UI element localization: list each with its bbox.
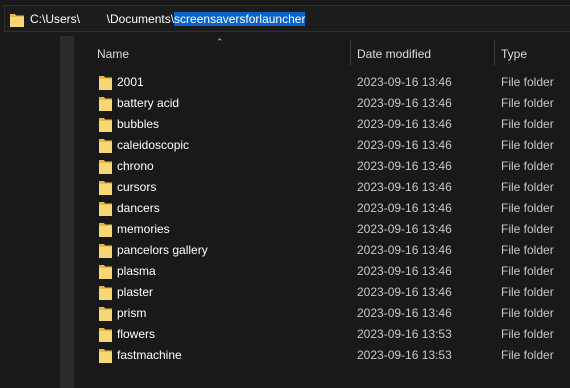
file-date-modified: 2023-09-16 13:46 bbox=[357, 264, 452, 278]
file-type: File folder bbox=[501, 96, 554, 110]
file-type: File folder bbox=[501, 138, 554, 152]
address-path[interactable]: C:\Users\ \Documents\screensaversforlaun… bbox=[30, 11, 306, 27]
address-path-prefix: C:\Users\ \Documents\ bbox=[30, 12, 175, 26]
file-row[interactable]: cursors 2023-09-16 13:46 File folder bbox=[74, 177, 570, 198]
file-type: File folder bbox=[501, 180, 554, 194]
folder-icon bbox=[99, 97, 112, 111]
file-type: File folder bbox=[501, 75, 554, 89]
file-date-modified: 2023-09-16 13:46 bbox=[357, 96, 452, 110]
file-type: File folder bbox=[501, 201, 554, 215]
file-type: File folder bbox=[501, 243, 554, 257]
address-bar: C:\Users\ \Documents\screensaversforlaun… bbox=[0, 0, 570, 36]
file-name: caleidoscopic bbox=[117, 138, 190, 152]
file-explorer-window: C:\Users\ \Documents\screensaversforlaun… bbox=[0, 0, 570, 388]
file-list: 2001 2023-09-16 13:46 File folder battery a… bbox=[74, 72, 570, 366]
file-name: 2001 bbox=[117, 75, 144, 89]
file-date-modified: 2023-09-16 13:53 bbox=[357, 348, 452, 362]
file-row[interactable]: pancelors gallery 2023-09-16 13:46 File fo… bbox=[74, 240, 570, 261]
file-name: plaster bbox=[117, 285, 154, 299]
file-name: cursors bbox=[117, 180, 157, 194]
file-name: pancelors gallery bbox=[117, 243, 208, 257]
file-row[interactable]: battery acid 2023-09-16 13:46 File folder bbox=[74, 93, 570, 114]
file-type: File folder bbox=[501, 222, 554, 236]
folder-icon bbox=[99, 202, 112, 216]
file-date-modified: 2023-09-16 13:53 bbox=[357, 327, 452, 341]
file-row[interactable]: plasma 2023-09-16 13:46 File folder bbox=[74, 261, 570, 282]
address-field[interactable]: C:\Users\ \Documents\screensaversforlaun… bbox=[4, 5, 570, 32]
file-type: File folder bbox=[501, 306, 554, 320]
folder-icon bbox=[99, 139, 112, 153]
file-type: File folder bbox=[501, 264, 554, 278]
file-date-modified: 2023-09-16 13:46 bbox=[357, 159, 452, 173]
column-header-date-modified[interactable]: Date modified bbox=[357, 46, 431, 62]
column-header-name[interactable]: Name bbox=[97, 46, 129, 62]
file-row[interactable]: plaster 2023-09-16 13:46 File folder bbox=[74, 282, 570, 303]
file-date-modified: 2023-09-16 13:46 bbox=[357, 285, 452, 299]
folder-icon bbox=[99, 307, 112, 321]
file-row[interactable]: dancers 2023-09-16 13:46 File folder bbox=[74, 198, 570, 219]
file-date-modified: 2023-09-16 13:46 bbox=[357, 222, 452, 236]
folder-icon bbox=[99, 349, 112, 363]
folder-icon bbox=[99, 223, 112, 237]
file-name: memories bbox=[117, 222, 170, 236]
file-type: File folder bbox=[501, 117, 554, 131]
file-date-modified: 2023-09-16 13:46 bbox=[357, 306, 452, 320]
folder-icon bbox=[99, 118, 112, 132]
file-row[interactable]: bubbles 2023-09-16 13:46 File folder bbox=[74, 114, 570, 135]
file-type: File folder bbox=[501, 159, 554, 173]
file-date-modified: 2023-09-16 13:46 bbox=[357, 138, 452, 152]
column-header-type[interactable]: Type bbox=[501, 46, 527, 62]
file-row[interactable]: chrono 2023-09-16 13:46 File folder bbox=[74, 156, 570, 177]
file-name: chrono bbox=[117, 159, 154, 173]
file-name: battery acid bbox=[117, 96, 180, 110]
folder-icon bbox=[99, 76, 112, 90]
folder-icon bbox=[10, 14, 24, 27]
file-row[interactable]: flowers 2023-09-16 13:53 File folder bbox=[74, 324, 570, 345]
folder-icon bbox=[99, 286, 112, 300]
file-type: File folder bbox=[501, 285, 554, 299]
folder-icon bbox=[99, 160, 112, 174]
file-date-modified: 2023-09-16 13:46 bbox=[357, 243, 452, 257]
file-name: plasma bbox=[117, 264, 156, 278]
file-date-modified: 2023-09-16 13:46 bbox=[357, 180, 452, 194]
file-date-modified: 2023-09-16 13:46 bbox=[357, 201, 452, 215]
file-type: File folder bbox=[501, 348, 554, 362]
sort-ascending-icon: ⌃ bbox=[216, 37, 224, 47]
file-type: File folder bbox=[501, 327, 554, 341]
column-header-row: ⌃ Name Date modified Type bbox=[74, 37, 570, 68]
file-row[interactable]: memories 2023-09-16 13:46 File folder bbox=[74, 219, 570, 240]
folder-icon bbox=[99, 265, 112, 279]
file-date-modified: 2023-09-16 13:46 bbox=[357, 75, 452, 89]
folder-icon bbox=[99, 328, 112, 342]
file-row[interactable]: caleidoscopic 2023-09-16 13:46 File folder bbox=[74, 135, 570, 156]
file-row[interactable]: fastmachine 2023-09-16 13:53 File folder bbox=[74, 345, 570, 366]
file-name: fastmachine bbox=[117, 348, 182, 362]
file-name: prism bbox=[117, 306, 147, 320]
file-name: dancers bbox=[117, 201, 160, 215]
file-name: bubbles bbox=[117, 117, 160, 131]
folder-icon bbox=[99, 244, 112, 258]
address-path-selected: screensaversforlauncher bbox=[174, 12, 306, 26]
file-date-modified: 2023-09-16 13:46 bbox=[357, 117, 452, 131]
navigation-pane-scrollbar[interactable] bbox=[60, 36, 74, 388]
folder-icon bbox=[99, 181, 112, 195]
column-divider[interactable] bbox=[350, 40, 351, 66]
column-divider[interactable] bbox=[494, 40, 495, 66]
file-row[interactable]: prism 2023-09-16 13:46 File folder bbox=[74, 303, 570, 324]
file-row[interactable]: 2001 2023-09-16 13:46 File folder bbox=[74, 72, 570, 93]
file-name: flowers bbox=[117, 327, 156, 341]
